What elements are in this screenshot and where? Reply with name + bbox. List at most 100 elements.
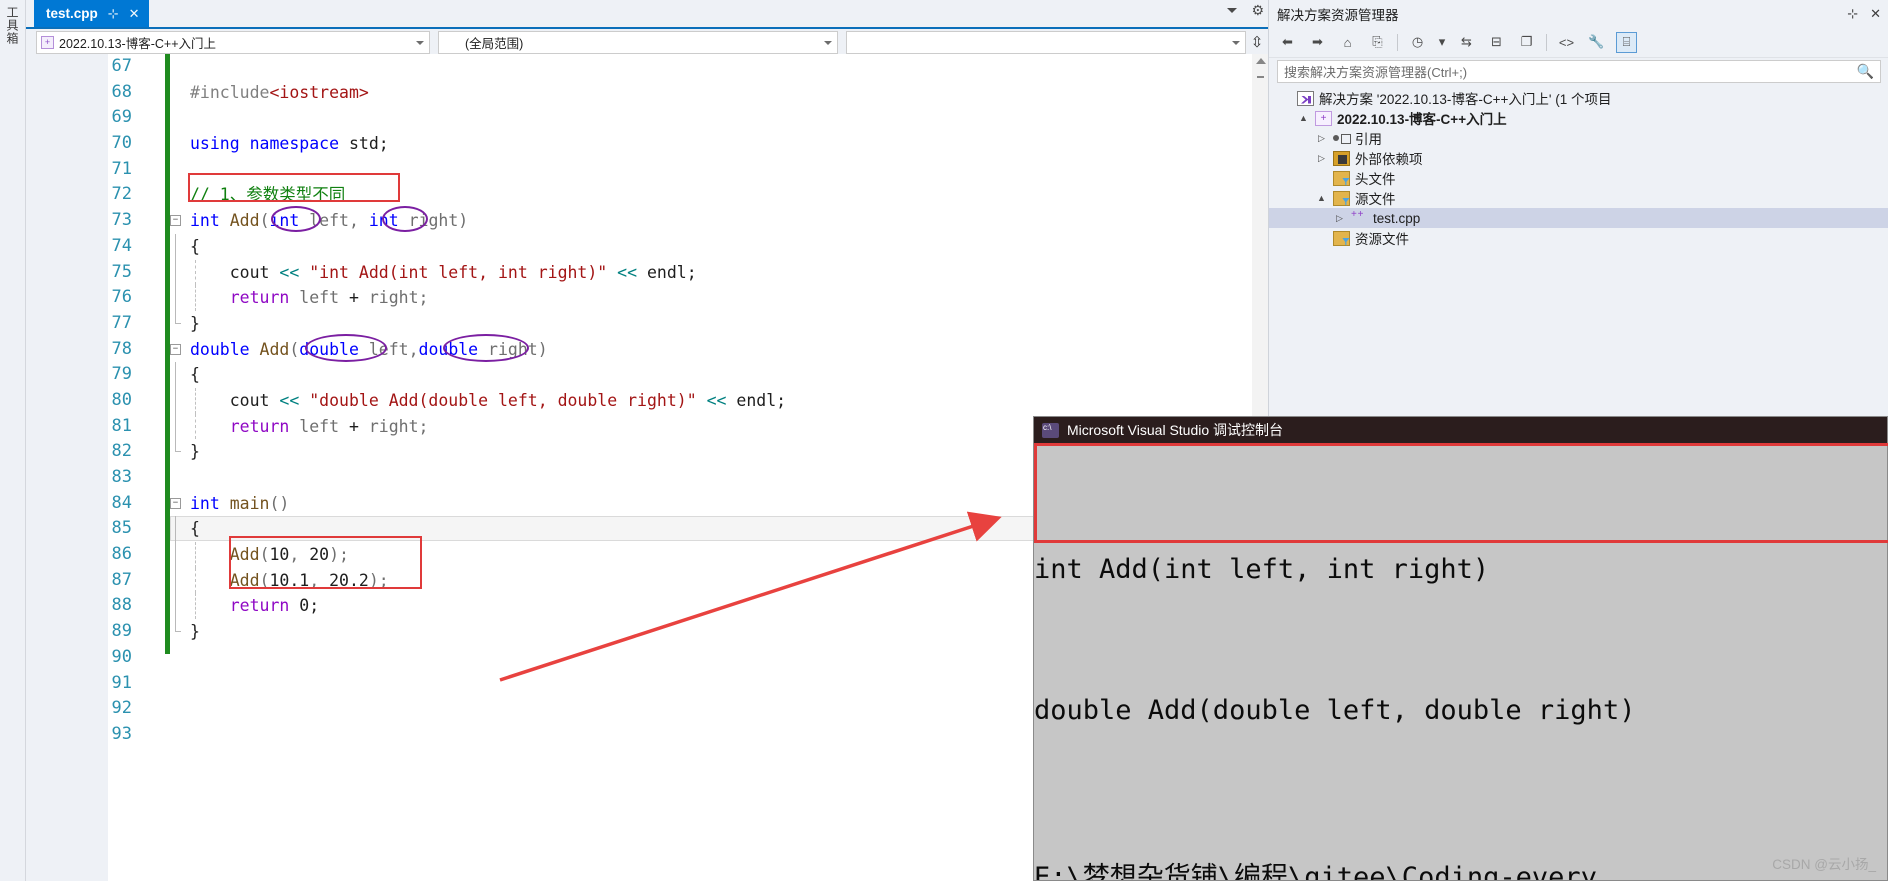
show-all-files-icon[interactable]: ❐ [1516,32,1537,53]
collapse-all-icon[interactable]: ⊟ [1486,32,1507,53]
console-line: double Add(double left, double right) [1034,695,1636,726]
indent-guide-line [195,387,196,414]
solution-explorer-header: 解决方案资源管理器 ⊹ ✕ [1269,0,1888,27]
tab-test-cpp[interactable]: test.cpp ⊹ ✕ [34,0,149,27]
console-title-label: Microsoft Visual Studio 调试控制台 [1067,422,1284,438]
code-token: double [418,339,479,359]
code-token: { [190,365,200,385]
line-number: 67 [111,56,132,76]
line-number-column: 67 68 69 70 71 72 73 74 75 76 77 78 79 80 81 82 83 84 85 86… [26,54,142,881]
expander-icon[interactable]: ▷ [1315,133,1328,144]
code-token: } [190,313,200,333]
code-token: return [229,596,290,616]
code-token: return [229,288,290,308]
pending-changes-icon[interactable]: ◷ [1407,32,1428,53]
member-combo[interactable] [846,31,1246,54]
code-token: cout [190,390,280,410]
solution-explorer-tree-item[interactable]: 头文件 [1269,168,1888,188]
solution-explorer-item-label: test.cpp [1373,210,1421,226]
solution-explorer-tree-item[interactable]: 解决方案 '2022.10.13-博客-C++入门上' (1 个项目 [1269,88,1888,108]
console-titlebar: Microsoft Visual Studio 调试控制台 [1034,417,1887,443]
project-scope-combo[interactable]: 2022.10.13-博客-C++入门上 [36,31,430,54]
solution-explorer-tree-item[interactable]: ▷ 引用 [1269,128,1888,148]
search-icon[interactable]: 🔍 [1857,63,1874,80]
collapse-toggle-icon[interactable]: − [170,343,181,355]
code-line[interactable]: cout << "int Add(int left, int right)" <… [146,259,1266,286]
line-number: 77 [111,312,132,333]
code-view-icon[interactable]: <> [1556,32,1577,53]
code-line[interactable]: } [146,310,1266,337]
solution-explorer-search[interactable]: 搜索解决方案资源管理器(Ctrl+;) 🔍 [1277,60,1881,83]
external-dependencies-icon [1333,150,1350,166]
solution-explorer-tree-item[interactable]: ▷ 外部依赖项 [1269,148,1888,168]
code-token: cout [190,262,280,282]
scroll-marker-icon [1257,76,1264,78]
pin-icon[interactable]: ⊹ [1847,6,1858,22]
code-token: int [269,211,300,231]
expander-icon[interactable]: ▷ [1315,153,1328,164]
code-line[interactable]: − double Add(double left,double right) [146,337,1266,363]
close-icon[interactable]: ✕ [129,6,140,22]
code-line[interactable]: return left + right; [146,285,1266,311]
scroll-up-icon[interactable] [1256,58,1266,64]
code-line[interactable]: { [146,233,1266,260]
solution-explorer-item-label: 源文件 [1355,192,1396,207]
solution-explorer-item-label: 引用 [1355,132,1382,147]
line-number: 68 [111,81,132,102]
code-token: "int Add(int left, int right)" [309,262,608,282]
chevron-down-icon[interactable] [1227,8,1238,13]
code-line[interactable]: − int Add(int left, int right) [146,208,1266,234]
global-scope-combo[interactable]: (全局范围) [438,31,838,54]
code-token: } [190,442,200,462]
block-guide-end [175,439,181,453]
solution-explorer-tree-item[interactable]: ▲ 源文件 [1269,188,1888,208]
code-line[interactable] [146,157,1266,183]
code-token: + [348,288,359,308]
solution-explorer-tree-item[interactable]: ▲ 2022.10.13-博客-C++入门上 [1269,108,1888,128]
pin-icon[interactable]: ⊹ [108,6,119,22]
close-icon[interactable]: ✕ [1870,6,1881,22]
code-line[interactable] [146,105,1266,131]
split-window-icon[interactable]: ⇳ [1246,29,1268,54]
console-line: E:\梦想杂货铺\编程\gitee\Coding-every [1034,862,1597,881]
line-number: 92 [111,698,132,719]
solution-explorer-tree-item[interactable]: ▷ test.cpp [1269,208,1888,228]
expander-icon[interactable]: ▷ [1333,213,1346,224]
chevron-down-icon[interactable]: ▾ [1437,32,1447,53]
sync-with-active-document-icon[interactable]: ⎘ [1367,32,1388,53]
filter-folder-icon [1333,190,1350,206]
gear-icon[interactable]: ⚙ [1251,2,1264,19]
code-line[interactable]: // 1、参数类型不同 [146,182,1266,208]
chevron-down-icon[interactable] [824,40,832,45]
code-line[interactable]: using namespace std; [146,131,1266,157]
home-icon[interactable]: ⌂ [1337,32,1358,53]
block-guide-line [175,233,176,260]
preview-selected-items-icon[interactable]: ⌸ [1616,31,1637,53]
collapse-toggle-icon[interactable]: − [170,497,181,509]
code-line[interactable]: cout << "double Add(double left, double … [146,387,1266,414]
solution-explorer-tree-item[interactable]: 资源文件 [1269,228,1888,248]
code-line[interactable]: #include<iostream> [146,80,1266,106]
expander-icon[interactable]: ▲ [1315,193,1328,203]
code-token: left, [299,211,369,231]
collapse-toggle-icon[interactable]: − [170,215,181,227]
code-line[interactable]: { [146,362,1266,388]
indent-guide-line [195,567,196,594]
code-token: { [190,236,200,256]
code-token: endl; [637,262,697,282]
back-icon[interactable]: ⬅ [1277,32,1298,53]
references-icon [1333,132,1351,144]
chevron-down-icon[interactable] [1232,40,1240,45]
expander-icon[interactable]: ▲ [1297,113,1310,123]
properties-icon[interactable]: 🔧 [1586,32,1607,53]
code-line[interactable] [146,54,1266,80]
toolbox-strip[interactable]: 工具箱 [0,0,26,881]
debug-console-window[interactable]: Microsoft Visual Studio 调试控制台 int Add(in… [1033,416,1888,881]
chevron-down-icon[interactable] [416,40,424,45]
refresh-icon[interactable]: ⇆ [1456,32,1477,53]
solution-explorer-title: 解决方案资源管理器 [1277,7,1399,23]
forward-icon[interactable]: ➡ [1307,32,1328,53]
line-number: 88 [111,595,132,616]
code-token: 10.1 [269,570,310,590]
